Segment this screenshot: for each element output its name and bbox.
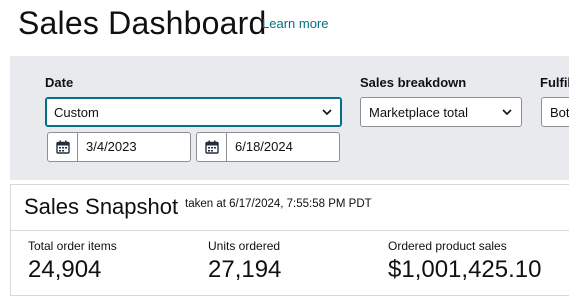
start-date-input[interactable]: 3/4/2023 [47,132,191,162]
date-range-value: Custom [54,105,99,120]
date-filter-label: Date [45,75,74,90]
metric-value: $1,001,425.10 [388,256,542,283]
metric-value: 24,904 [28,256,102,283]
filter-panel: Date Custom 3/4/2023 6/18/2024 Sales bre… [10,56,569,180]
metric-total-order-items: Total order items 24,904 [28,239,117,285]
metric-ordered-product-sales: Ordered product sales $1,001,425.10 [388,239,541,285]
start-date-value: 3/4/2023 [86,139,137,154]
fulfillment-value: Bot [550,105,569,120]
end-date-input[interactable]: 6/18/2024 [196,132,340,162]
metric-label: Units ordered [208,239,281,253]
calendar-icon[interactable] [197,133,227,161]
chevron-down-icon [322,109,332,116]
sales-breakdown-label: Sales breakdown [360,75,467,90]
end-date-value: 6/18/2024 [235,139,293,154]
sales-snapshot-card: Sales Snapshot taken at 6/17/2024, 7:55:… [10,184,569,296]
fulfillment-select[interactable]: Bot [541,97,569,127]
page-title: Sales Dashboard [18,5,267,41]
sales-breakdown-select[interactable]: Marketplace total [360,97,522,127]
snapshot-timestamp: taken at 6/17/2024, 7:55:58 PM PDT [185,198,372,210]
snapshot-title: Sales Snapshot [24,194,179,219]
metric-value: 27,194 [208,256,282,283]
snapshot-header: Sales Snapshot taken at 6/17/2024, 7:55:… [11,185,569,231]
learn-more-link[interactable]: Learn more [262,16,328,31]
sales-breakdown-value: Marketplace total [369,105,468,120]
page-header: Sales Dashboard Learn more [0,0,569,56]
metric-units-ordered: Units ordered 27,194 [208,239,281,285]
chevron-down-icon [502,109,512,116]
fulfillment-label: Fulfil [540,75,569,90]
calendar-icon[interactable] [48,133,78,161]
metric-label: Ordered product sales [388,239,507,253]
metric-label: Total order items [28,239,117,253]
date-range-select[interactable]: Custom [45,97,342,127]
